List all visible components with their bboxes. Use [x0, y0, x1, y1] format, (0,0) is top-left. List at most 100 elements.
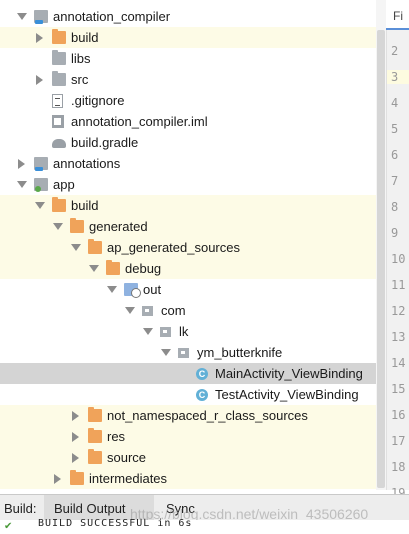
collapse-arrow-icon[interactable]: [89, 265, 99, 272]
iml-file-icon: [52, 115, 64, 128]
editor-gutter: 2 3 4 5 6 7 8 9 10 11 12 13 14 15 16 17 18 19: [386, 0, 409, 500]
tree-row[interactable]: res: [0, 426, 386, 447]
line-number: 15: [391, 382, 406, 396]
tree-row[interactable]: C MainActivity_ViewBinding: [0, 363, 386, 384]
expand-arrow-icon[interactable]: [72, 453, 79, 463]
line-number: 9: [391, 226, 399, 240]
collapse-arrow-icon[interactable]: [71, 244, 81, 251]
folder-icon: [52, 71, 66, 86]
line-number: 14: [391, 356, 406, 370]
tree-row[interactable]: generated: [0, 216, 386, 237]
build-folder-icon: [106, 260, 120, 275]
collapse-arrow-icon[interactable]: [35, 202, 45, 209]
tree-row[interactable]: src: [0, 69, 386, 90]
tree-row[interactable]: app: [0, 174, 386, 195]
build-folder-icon: [88, 407, 102, 422]
tree-row[interactable]: C TestActivity_ViewBinding: [0, 384, 386, 405]
collapse-arrow-icon[interactable]: [107, 286, 117, 293]
line-number: 11: [391, 278, 406, 292]
tree-item-label: build: [71, 198, 99, 213]
tree-item-label: res: [107, 429, 126, 444]
tree-item-label: ym_butterknife: [197, 345, 283, 360]
collapse-arrow-icon[interactable]: [17, 13, 27, 20]
tree-row[interactable]: build: [0, 195, 386, 216]
expand-arrow-icon[interactable]: [54, 474, 61, 484]
tree-row[interactable]: debug: [0, 258, 386, 279]
expand-arrow-icon[interactable]: [72, 411, 79, 421]
line-number: 18: [391, 460, 406, 474]
gradle-icon: [52, 139, 66, 148]
tree-row[interactable]: com: [0, 300, 386, 321]
line-number: 13: [391, 330, 406, 344]
android-module-icon: [34, 178, 48, 192]
tree-row[interactable]: annotations: [0, 153, 386, 174]
line-number: 4: [391, 96, 399, 110]
tree-item-label: generated: [89, 219, 148, 234]
build-folder-icon: [88, 449, 102, 464]
tree-row[interactable]: .gitignore: [0, 90, 386, 111]
tree-row[interactable]: annotation_compiler: [0, 6, 386, 27]
line-number: 6: [391, 148, 399, 162]
line-number: 12: [391, 304, 406, 318]
success-check-icon: ✔: [4, 521, 13, 532]
build-folder-icon: [52, 29, 66, 44]
tree-item-label: annotation_compiler.iml: [71, 114, 208, 129]
module-folder-icon: [34, 157, 48, 171]
editor-tab[interactable]: Fi: [386, 0, 409, 30]
tree-item-label: out: [143, 282, 162, 297]
tree-row[interactable]: build.gradle: [0, 132, 386, 153]
line-number: 17: [391, 434, 406, 448]
line-number: 7: [391, 174, 399, 188]
expand-arrow-icon[interactable]: [72, 432, 79, 442]
tree-row[interactable]: source: [0, 447, 386, 468]
tree-item-label: build.gradle: [71, 135, 139, 150]
expand-arrow-icon[interactable]: [18, 159, 25, 169]
editor-tab-label: Fi: [393, 9, 403, 23]
tree-row[interactable]: ym_butterknife: [0, 342, 386, 363]
build-folder-icon: [88, 428, 102, 443]
build-folder-icon: [52, 197, 66, 212]
tree-row[interactable]: ap_generated_sources: [0, 237, 386, 258]
tree-item-label: lk: [179, 324, 189, 339]
build-label: Build:: [4, 501, 37, 516]
tree-scrollbar[interactable]: [376, 0, 386, 490]
tree-item-label: source: [107, 450, 147, 465]
tree-row[interactable]: lk: [0, 321, 386, 342]
tree-row[interactable]: not_namespaced_r_class_sources: [0, 405, 386, 426]
collapse-arrow-icon[interactable]: [53, 223, 63, 230]
tree-row[interactable]: build: [0, 27, 386, 48]
tree-item-label: ap_generated_sources: [107, 240, 240, 255]
tree-item-label: com: [161, 303, 186, 318]
tree-row[interactable]: out: [0, 279, 386, 300]
tree-item-label: .gitignore: [71, 93, 125, 108]
expand-arrow-icon[interactable]: [36, 33, 43, 43]
tree-item-label: src: [71, 72, 89, 87]
generated-sources-folder-icon: [124, 283, 141, 298]
package-icon: [142, 306, 153, 316]
collapse-arrow-icon[interactable]: [161, 349, 171, 356]
module-folder-icon: [34, 10, 48, 24]
collapse-arrow-icon[interactable]: [143, 328, 153, 335]
tree-item-label: app: [53, 177, 75, 192]
expand-arrow-icon[interactable]: [36, 75, 43, 85]
line-number: 5: [391, 122, 399, 136]
tree-item-label: MainActivity_ViewBinding: [215, 366, 363, 381]
build-folder-icon: [70, 470, 84, 485]
line-number: 8: [391, 200, 399, 214]
tab-build-output-label: Build Output: [54, 501, 126, 516]
tree-row[interactable]: intermediates: [0, 468, 386, 489]
build-folder-icon: [70, 218, 84, 233]
folder-icon: [52, 50, 66, 65]
collapse-arrow-icon[interactable]: [125, 307, 135, 314]
project-tree[interactable]: annotation_compiler build libs src .gitignor…: [0, 0, 386, 490]
tree-item-label: annotations: [53, 156, 121, 171]
tree-row[interactable]: annotation_compiler.iml: [0, 111, 386, 132]
tree-item-label: intermediates: [89, 471, 168, 486]
collapse-arrow-icon[interactable]: [17, 181, 27, 188]
line-number: 3: [387, 70, 409, 84]
text-file-icon: [52, 94, 63, 108]
class-icon: C: [196, 368, 208, 380]
tree-row[interactable]: libs: [0, 48, 386, 69]
class-icon: C: [196, 389, 208, 401]
scrollbar-thumb[interactable]: [377, 30, 385, 488]
